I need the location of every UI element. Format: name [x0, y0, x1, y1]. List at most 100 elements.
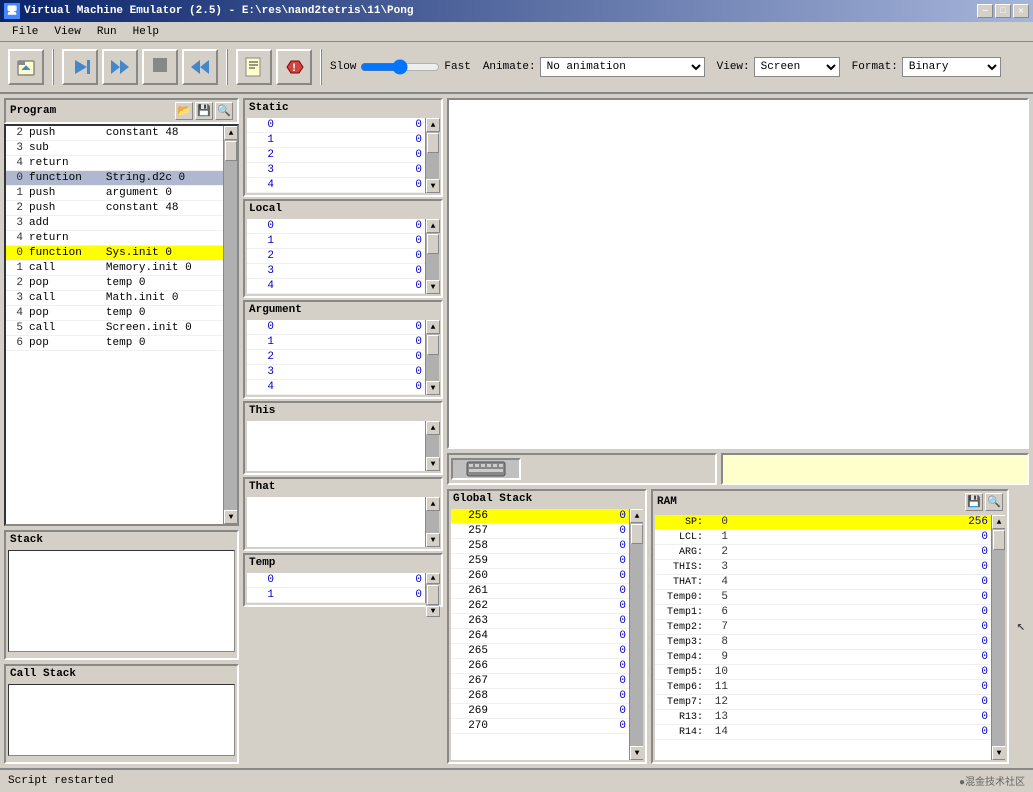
that-content: ▲ ▼ — [247, 497, 439, 547]
middle-panel: Static 00 10 20 30 40 ▲ ▼ Local — [243, 98, 443, 764]
arg-addr-0: 0 — [247, 320, 277, 335]
ram-panel: RAM 💾 🔍 SP:0256 LCL:10 ARG:20 THIS:30 TH… — [651, 489, 1009, 764]
close-button[interactable]: ✕ — [1013, 4, 1029, 18]
local-scroll-down[interactable]: ▼ — [426, 280, 440, 294]
step-button[interactable] — [62, 49, 98, 85]
callstack-title: Call Stack — [6, 666, 237, 682]
local-scroll-up[interactable]: ▲ — [426, 219, 440, 233]
animate-label: Animate: — [483, 61, 536, 73]
local-addr-1: 1 — [247, 234, 277, 249]
table-row: 2pushconstant 48 — [6, 126, 223, 141]
argument-title: Argument — [245, 302, 441, 318]
local-val-2: 0 — [277, 249, 425, 264]
temp-scroll-up[interactable]: ▲ — [426, 573, 440, 584]
table-row: 4return — [6, 231, 223, 246]
menu-file[interactable]: File — [4, 24, 46, 40]
stack-panel: Stack — [4, 530, 239, 660]
table-row: 6poptemp 0 — [6, 336, 223, 351]
arg-addr-4: 4 — [247, 380, 277, 395]
arg-addr-2: 2 — [247, 350, 277, 365]
load-button[interactable] — [8, 49, 44, 85]
table-row: 4return — [6, 156, 223, 171]
program-search-btn[interactable]: 🔍 — [215, 102, 233, 120]
static-val-4: 0 — [277, 178, 425, 193]
static-scroll-up[interactable]: ▲ — [426, 118, 440, 132]
table-row: 3callMath.init 0 — [6, 291, 223, 306]
arg-addr-3: 3 — [247, 365, 277, 380]
speed-slider[interactable] — [360, 59, 440, 75]
this-scroll-up[interactable]: ▲ — [426, 421, 440, 435]
arg-scroll-up[interactable]: ▲ — [426, 320, 440, 334]
arg-val-4: 0 — [277, 380, 425, 395]
menu-help[interactable]: Help — [125, 24, 167, 40]
menu-run[interactable]: Run — [89, 24, 125, 40]
scroll-up-btn[interactable]: ▲ — [224, 126, 238, 140]
ram-search-btn[interactable]: 🔍 — [985, 493, 1003, 511]
program-section: Program 📂 💾 🔍 2pushconstant 48 3sub 4ret… — [4, 98, 239, 526]
static-scrollbar[interactable]: ▲ ▼ — [425, 118, 439, 193]
maximize-button[interactable]: □ — [995, 4, 1011, 18]
breakpoint-button[interactable]: ! — [276, 49, 312, 85]
program-header: Program 📂 💾 🔍 — [4, 98, 239, 124]
minimize-button[interactable]: ─ — [977, 4, 993, 18]
static-scroll-down[interactable]: ▼ — [426, 179, 440, 193]
arg-scrollbar[interactable]: ▲ ▼ — [425, 320, 439, 395]
global-stack-panel: Global Stack 2560 2570 2580 2590 2600 26… — [447, 489, 647, 764]
temp-val-0: 0 — [277, 573, 425, 588]
fastforward-button[interactable] — [102, 49, 138, 85]
content-area: Program 📂 💾 🔍 2pushconstant 48 3sub 4ret… — [0, 94, 1033, 768]
that-scroll-down[interactable]: ▼ — [426, 533, 440, 547]
view-label: View: — [717, 61, 750, 73]
static-val-1: 0 — [277, 133, 425, 148]
program-scrollbar[interactable]: ▲ ▼ — [223, 126, 237, 524]
table-row: 1callMemory.init 0 — [6, 261, 223, 276]
ram-title: RAM — [657, 496, 677, 508]
local-addr-0: 0 — [247, 219, 277, 234]
temp-scroll-down[interactable]: ▼ — [426, 606, 440, 617]
gs-scrollbar[interactable]: ▲ ▼ — [629, 509, 643, 760]
left-panel: Program 📂 💾 🔍 2pushconstant 48 3sub 4ret… — [4, 98, 239, 764]
gs-scroll-up[interactable]: ▲ — [630, 509, 643, 523]
title-bar: 🖥 Virtual Machine Emulator (2.5) - E:\re… — [0, 0, 1033, 22]
this-content: ▲ ▼ — [247, 421, 439, 471]
that-scrollbar[interactable]: ▲ ▼ — [425, 497, 439, 547]
script-button[interactable] — [236, 49, 272, 85]
menu-bar: File View Run Help — [0, 22, 1033, 42]
menu-view[interactable]: View — [46, 24, 88, 40]
scroll-down-btn[interactable]: ▼ — [224, 510, 238, 524]
this-scrollbar[interactable]: ▲ ▼ — [425, 421, 439, 471]
that-scroll-up[interactable]: ▲ — [426, 497, 440, 511]
ram-scroll-down[interactable]: ▼ — [992, 746, 1005, 760]
ram-save-btn[interactable]: 💾 — [965, 493, 983, 511]
local-addr-2: 2 — [247, 249, 277, 264]
program-table: 2pushconstant 48 3sub 4return 0functionS… — [4, 124, 239, 526]
program-rows: 2pushconstant 48 3sub 4return 0functionS… — [6, 126, 223, 351]
temp-val-1: 0 — [277, 588, 425, 603]
static-addr-0: 0 — [247, 118, 277, 133]
local-scrollbar[interactable]: ▲ ▼ — [425, 219, 439, 294]
callstack-content — [8, 684, 235, 756]
gs-scroll-down[interactable]: ▼ — [630, 746, 643, 760]
this-scroll-down[interactable]: ▼ — [426, 457, 440, 471]
callstack-panel: Call Stack — [4, 664, 239, 764]
temp-scrollbar[interactable]: ▲ ▼ — [425, 573, 439, 603]
static-val-2: 0 — [277, 148, 425, 163]
program-load-btn[interactable]: 📂 — [175, 102, 193, 120]
global-stack-content: 2560 2570 2580 2590 2600 2610 2620 2630 … — [451, 509, 643, 760]
stop-button[interactable] — [142, 49, 178, 85]
arg-val-0: 0 — [277, 320, 425, 335]
rewind-button[interactable] — [182, 49, 218, 85]
ram-scroll-up[interactable]: ▲ — [992, 515, 1005, 529]
status-text: Script restarted — [8, 775, 114, 787]
view-select[interactable]: Screen No screen — [754, 57, 840, 77]
local-val-0: 0 — [277, 219, 425, 234]
program-save-btn[interactable]: 💾 — [195, 102, 213, 120]
format-select[interactable]: Binary Decimal Hexadecimal — [902, 57, 1001, 77]
table-row: 3sub — [6, 141, 223, 156]
view-section: View: Screen No screen — [717, 57, 840, 77]
animate-select[interactable]: No animation Program flow Program and da… — [540, 57, 705, 77]
table-row: 3add — [6, 216, 223, 231]
arg-scroll-down[interactable]: ▼ — [426, 381, 440, 395]
ram-scrollbar[interactable]: ▲ ▼ — [991, 515, 1005, 760]
static-addr-1: 1 — [247, 133, 277, 148]
